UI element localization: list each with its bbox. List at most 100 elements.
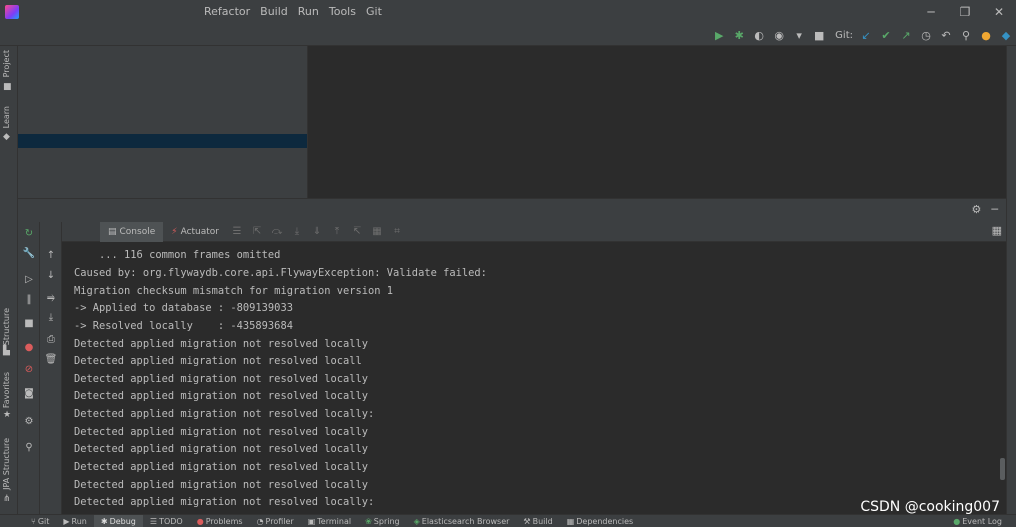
console-scrollbar[interactable] [998,242,1006,514]
scrollbar-thumb[interactable] [1000,458,1005,480]
learn-icon: ◆ [3,132,10,142]
actuator-icon: ⚡ [171,226,178,237]
console-action-bar: ↑ ↓ ⥤ ⤓ ⎙ 🗑 [40,222,62,514]
tab-project[interactable]: Project [2,50,11,77]
coverage-icon[interactable]: ◐ [749,24,769,46]
mute-breakpoints-icon[interactable]: ⊘ [22,362,36,376]
minimize-button[interactable]: ─ [914,0,948,24]
debug-icon[interactable]: ✱ [729,24,749,46]
down-icon[interactable]: ↓ [44,268,58,282]
search-icon[interactable]: ⚲ [956,24,976,46]
clear-all-icon[interactable]: 🗑 [44,352,58,366]
console-line: Detected applied migration not resolved … [74,390,369,402]
console-line: Migration checksum mismatch for migratio… [74,285,394,297]
close-button[interactable]: ✕ [982,0,1016,24]
console-icon: ▤ [108,226,117,237]
main-toolbar: ▶ ✱ ◐ ◉ ▾ ■ Git: ↙ ✔ ↗ ◷ ↶ ⚲ ● ◆ [0,24,1016,46]
right-tool-strip [1006,46,1016,514]
step-over-icon[interactable]: ⤼ [267,222,287,242]
bottom-tool-bar: ⑂ Git ▶ Run ✱ Debug ☰ TODO ● Problems ◔ … [0,514,1016,527]
tab-learn[interactable]: Learn [2,106,11,128]
editor-area[interactable] [307,46,1006,198]
profiler-icon: ◔ [256,516,264,526]
terminal-icon: ▣ [307,516,316,526]
hide-panel-icon[interactable]: ─ [991,203,998,216]
console-line: -> Resolved locally : -435893684 [74,320,293,332]
soft-wrap-icon[interactable]: ⥤ [44,290,58,304]
bottom-tab-run[interactable]: ▶ Run [56,515,94,527]
run-icon[interactable]: ▶ [709,24,729,46]
tab-console[interactable]: ▤ Console [100,221,164,242]
view-breakpoints-icon[interactable]: ● [22,340,36,354]
bottom-tab-debug[interactable]: ✱ Debug [93,514,143,527]
print-icon[interactable]: ⎙ [44,332,58,346]
rollback-icon[interactable]: ↶ [936,24,956,46]
project-tree-selection[interactable] [18,134,307,148]
bottom-tab-spring[interactable]: ❀ Spring [358,515,407,527]
evaluate-icon[interactable]: ▦ [367,222,387,242]
event-log[interactable]: ● Event Log [953,515,1002,527]
step-out-icon[interactable]: ⤒ [327,222,347,242]
bottom-tab-problems[interactable]: ● Problems [190,515,250,527]
bottom-tab-todo[interactable]: ☰ TODO [143,515,190,527]
resume-icon[interactable]: ▷ [22,272,36,286]
console-line: -> Applied to database : -809139033 [74,302,293,314]
attach-icon[interactable]: ◉ [769,24,789,46]
menu-refactor[interactable]: Refactor [199,0,255,24]
title-bar: Refactor Build Run Tools Git ─ ❐ ✕ [0,0,1016,24]
menu-run[interactable]: Run [293,0,324,24]
stop-icon[interactable]: ■ [809,24,829,46]
shield-icon[interactable]: ◆ [996,24,1016,46]
update-icon[interactable]: ● [976,24,996,46]
up-icon[interactable]: ↑ [44,248,58,262]
tab-actuator[interactable]: ⚡ Actuator [163,222,227,242]
tab-jpa-structure[interactable]: JPA Structure [2,438,11,490]
scroll-to-end-icon[interactable]: ⤓ [44,310,58,324]
step-into-icon[interactable]: ⤓ [287,222,307,242]
git-push-icon[interactable]: ↗ [896,24,916,46]
camera-icon[interactable]: ◙ [22,386,36,400]
git-icon: ⑂ [31,516,36,526]
debug-icon: ✱ [100,516,108,526]
menu-build[interactable]: Build [255,0,293,24]
menu-git[interactable]: Git [361,0,387,24]
window-controls: ─ ❐ ✕ [914,0,1016,24]
layout-settings-icon[interactable]: ▦ [992,224,1002,237]
tab-favorites[interactable]: Favorites [2,372,11,408]
tab-structure[interactable]: Structure [2,308,11,345]
stop-debug-icon[interactable]: ■ [22,316,36,330]
bottom-tab-build[interactable]: ⚒ Build [516,515,559,527]
console-line: Detected applied migration not resolved … [74,408,375,420]
show-execution-point-icon[interactable]: ⇱ [247,222,267,242]
console-line: Detected applied migration not resolved … [74,443,369,455]
build-icon: ⚒ [523,516,531,526]
maximize-button[interactable]: ❐ [948,0,982,24]
project-pane [18,46,307,198]
bottom-tab-elasticsearch[interactable]: ◈ Elasticsearch Browser [407,515,517,527]
debug-settings-icon[interactable]: ⚙ [22,414,36,428]
pin-icon[interactable]: ⚲ [22,440,36,454]
git-update-icon[interactable]: ↙ [856,24,876,46]
watermark: CSDN @cooking007 [860,499,1000,515]
git-label: Git: [835,29,853,41]
threads-icon[interactable]: ☰ [227,222,247,242]
trace-icon[interactable]: ⌗ [387,222,407,242]
toolbar-actions: ▶ ✱ ◐ ◉ ▾ ■ Git: ↙ ✔ ↗ ◷ ↶ ⚲ ● ◆ [709,24,1016,46]
force-step-into-icon[interactable]: ⇓ [307,222,327,242]
run-to-cursor-icon[interactable]: ↸ [347,222,367,242]
bottom-tab-terminal[interactable]: ▣ Terminal [301,515,358,527]
pause-icon[interactable]: ‖ [22,292,36,306]
rerun-icon[interactable]: ↻ [22,226,36,240]
console-line: Caused by: org.flywaydb.core.api.FlywayE… [74,267,487,279]
menu-tools[interactable]: Tools [324,0,361,24]
git-commit-icon[interactable]: ✔ [876,24,896,46]
console-output[interactable]: ... 116 common frames omitted Caused by:… [62,242,1006,514]
bottom-tab-git[interactable]: ⑂ Git [24,515,56,527]
bottom-tab-dependencies[interactable]: ▦ Dependencies [560,515,641,527]
modify-config-icon[interactable]: 🔧 [22,246,36,260]
gear-icon[interactable]: ⚙ [972,203,982,216]
history-icon[interactable]: ◷ [916,24,936,46]
more-run-icon[interactable]: ▾ [789,24,809,46]
console-line: Detected applied migration not resolved … [74,355,362,367]
bottom-tab-profiler[interactable]: ◔ Profiler [250,515,301,527]
